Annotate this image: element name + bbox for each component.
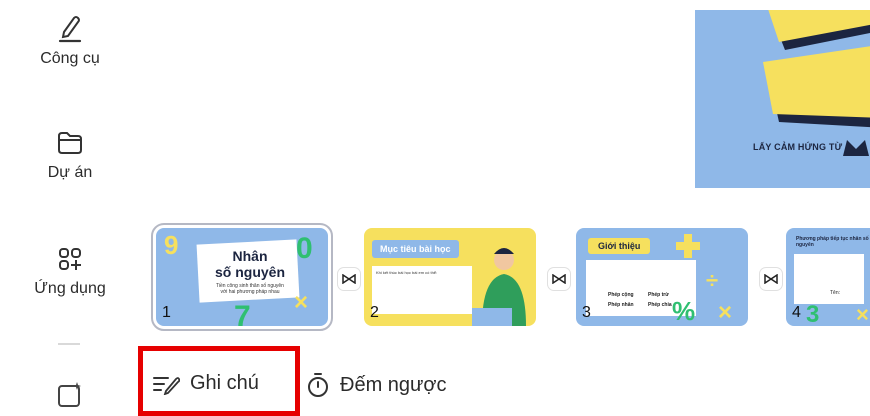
svg-text:7: 7: [234, 300, 251, 326]
slide-thumbnail-2[interactable]: Mục tiêu bài học Khi kết thúc bài học bà…: [364, 228, 536, 326]
brand-logo-icon: [843, 140, 869, 156]
timer-label: Đếm ngược: [340, 373, 447, 396]
slide-1-subtitle: Tiền công sinh thân số nguyên với hai ph…: [216, 283, 284, 295]
svg-text:%: %: [672, 296, 695, 326]
canvas-slide-preview[interactable]: LẤY CẢM HỨNG TỪ: [695, 10, 870, 188]
slide-1-title-block: Nhân số nguyên Tiền công sinh thân số ng…: [200, 248, 300, 295]
svg-text:9: 9: [164, 230, 178, 260]
sidebar-item-apps[interactable]: Ứng dụng: [0, 244, 140, 298]
slide-thumbnail-4[interactable]: Phương pháp tiếp tục nhân số nguyên Tên:…: [786, 228, 870, 326]
sidebar-item-magic-media[interactable]: [0, 380, 140, 410]
pen-tool-icon: [58, 16, 82, 43]
slide-1-title-line1: Nhân: [232, 248, 268, 264]
transition-button[interactable]: [760, 268, 782, 290]
sidebar-item-label: Công cụ: [40, 50, 100, 67]
slide-thumbnail-3[interactable]: Giới thiệu Phép cộng Phép trừ Phép nhân …: [576, 228, 748, 326]
slide-thumbnail-1[interactable]: 9 0 × 7 Nhân số nguyên Tiền công sinh th…: [151, 223, 333, 331]
slide-thumbnail-strip: 9 0 × 7 Nhân số nguyên Tiền công sinh th…: [150, 222, 870, 334]
sidebar-item-tools[interactable]: Công cụ: [0, 12, 140, 68]
left-sidebar: Công cụ Dự án Ứng dụng: [0, 0, 140, 408]
sidebar-item-projects[interactable]: Dự án: [0, 128, 140, 182]
transition-icon: [552, 274, 566, 284]
svg-text:×: ×: [856, 302, 869, 326]
slide-decoration: [763, 10, 870, 128]
transition-icon: [342, 274, 356, 284]
transition-icon: [764, 274, 778, 284]
svg-text:×: ×: [718, 299, 732, 326]
slide-number: 4: [792, 304, 801, 321]
sidebar-item-label: Ứng dụng: [34, 280, 106, 297]
timer-button[interactable]: Đếm ngược: [306, 372, 447, 398]
transition-button[interactable]: [548, 268, 570, 290]
svg-text:÷: ÷: [706, 268, 718, 293]
credit-text: LẤY CẢM HỨNG TỪ: [753, 142, 843, 152]
magic-image-icon: [58, 382, 81, 407]
apps-grid-icon: [59, 248, 81, 270]
slide-number: 1: [162, 304, 171, 321]
slide-1-title-line2: số nguyên: [214, 264, 285, 280]
transition-button[interactable]: [338, 268, 360, 290]
slide-number: 3: [582, 304, 591, 321]
timer-icon: [308, 373, 328, 397]
folder-icon: [58, 132, 82, 154]
highlight-annotation-box: [138, 346, 300, 416]
slide-3-art: ÷ % ×: [672, 234, 732, 326]
svg-text:3: 3: [806, 301, 819, 326]
sidebar-item-label: Dự án: [47, 164, 93, 181]
slide-2-art: [472, 248, 526, 326]
sidebar-divider: [58, 343, 80, 345]
slide-number: 2: [370, 304, 379, 321]
